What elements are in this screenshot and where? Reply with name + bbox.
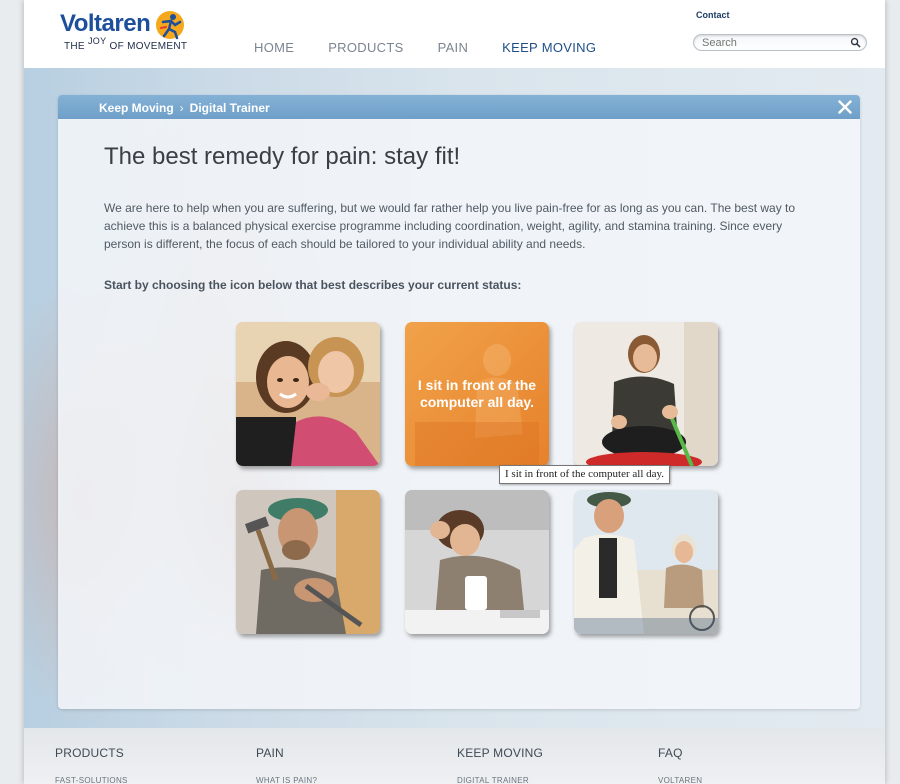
senior-couple-cycling-photo-icon	[574, 490, 718, 634]
footer-heading: KEEP MOVING	[457, 746, 544, 760]
breadcrumb: Keep Moving › Digital Trainer	[99, 101, 270, 115]
site-footer: PRODUCTS FAST-SOLUTIONS PAIN WHAT IS PAI…	[24, 728, 885, 784]
nav-home[interactable]: HOME	[254, 40, 294, 55]
footer-column-faq: FAQ VOLTAREN	[658, 746, 702, 784]
contact-link[interactable]: Contact	[696, 10, 730, 20]
digital-trainer-panel: Keep Moving › Digital Trainer The best r…	[58, 95, 860, 709]
woman-exercise-band-photo-icon	[574, 322, 718, 466]
search-input[interactable]	[702, 36, 842, 50]
tile-tooltip: I sit in front of the computer all day.	[499, 465, 671, 484]
voltaren-logo[interactable]: Voltaren THE JOY OF MOVEMENT	[60, 10, 190, 58]
logo-tagline: THE JOY OF MOVEMENT	[64, 36, 188, 52]
mother-daughter-photo-icon	[236, 322, 380, 466]
footer-link[interactable]: DIGITAL TRAINER	[457, 776, 543, 784]
footer-column-products: PRODUCTS FAST-SOLUTIONS	[55, 746, 128, 784]
nav-products[interactable]: PRODUCTS	[328, 40, 403, 55]
tile-office-worker[interactable]	[405, 490, 549, 634]
intro-paragraph: We are here to help when you are sufferi…	[104, 201, 796, 251]
main-nav: HOME PRODUCTS PAIN KEEP MOVING	[254, 40, 630, 55]
footer-link[interactable]: VOLTAREN	[658, 776, 702, 784]
page-frame: Voltaren THE JOY OF MOVEMENT HOME PRODUC…	[24, 0, 885, 784]
footer-heading: FAQ	[658, 746, 683, 760]
running-figure-logo-icon	[156, 11, 184, 40]
page-title: The best remedy for pain: stay fit!	[104, 143, 461, 170]
footer-column-pain: PAIN WHAT IS PAIN?	[256, 746, 317, 784]
tired-office-worker-photo-icon	[405, 490, 549, 634]
tile-craftsman[interactable]	[236, 490, 380, 634]
tile-computer-all-day[interactable]: I sit in front of the computer all day.	[405, 322, 549, 466]
nav-pain[interactable]: PAIN	[438, 40, 469, 55]
footer-link[interactable]: WHAT IS PAIN?	[256, 776, 317, 784]
tile-label: I sit in front of the computer all day.	[417, 377, 537, 410]
footer-heading: PAIN	[256, 746, 284, 760]
footer-column-keep-moving: KEEP MOVING DIGITAL TRAINER	[457, 746, 543, 784]
tile-senior-couple[interactable]	[574, 490, 718, 634]
search-box	[693, 34, 867, 51]
breadcrumb-keep-moving[interactable]: Keep Moving	[99, 101, 174, 115]
nav-keep-moving[interactable]: KEEP MOVING	[502, 40, 596, 55]
search-icon[interactable]	[850, 37, 861, 48]
breadcrumb-digital-trainer: Digital Trainer	[189, 101, 270, 115]
close-icon[interactable]	[838, 100, 852, 114]
craftsman-hammer-photo-icon	[236, 490, 380, 634]
logo-wordmark: Voltaren	[60, 10, 151, 37]
breadcrumb-separator-icon: ›	[179, 101, 184, 115]
footer-heading: PRODUCTS	[55, 746, 124, 760]
tile-exercise-band[interactable]	[574, 322, 718, 466]
site-header: Voltaren THE JOY OF MOVEMENT HOME PRODUC…	[24, 0, 885, 68]
panel-title-bar: Keep Moving › Digital Trainer	[58, 95, 860, 119]
tile-mother-daughter[interactable]	[236, 322, 380, 466]
choose-icon-prompt: Start by choosing the icon below that be…	[104, 278, 522, 292]
footer-link[interactable]: FAST-SOLUTIONS	[55, 776, 128, 784]
